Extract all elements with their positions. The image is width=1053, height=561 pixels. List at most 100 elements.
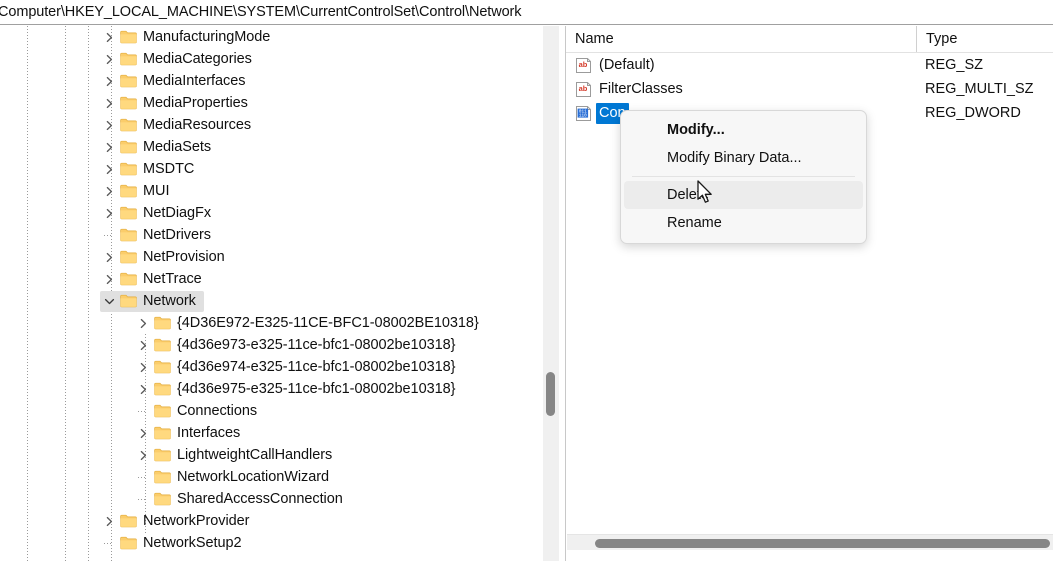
column-header-type[interactable]: Type	[916, 26, 1053, 52]
tree-item-networksetup2[interactable]: NetworkSetup2	[0, 532, 543, 554]
folder-icon	[152, 422, 172, 444]
menu-item-delete[interactable]: Delete	[624, 181, 863, 209]
chevron-right-icon[interactable]	[100, 70, 118, 92]
tree-item-manufacturingmode[interactable]: ManufacturingMode	[0, 26, 543, 48]
chevron-right-icon[interactable]	[100, 26, 118, 48]
tree-item-lightweightcallhandlers[interactable]: LightweightCallHandlers	[0, 444, 543, 466]
tree-item-label: MediaSets	[143, 139, 212, 155]
tree-item-netprovision[interactable]: NetProvision	[0, 246, 543, 268]
tree-item-label: MediaProperties	[143, 95, 248, 111]
tree-item-mediainterfaces[interactable]: MediaInterfaces	[0, 70, 543, 92]
string-value-icon: ab	[574, 80, 593, 98]
value-type-label: REG_SZ	[925, 57, 984, 73]
chevron-right-icon[interactable]	[134, 444, 152, 466]
menu-item-modify[interactable]: Modify...	[624, 116, 863, 144]
tree-item-mediacategories[interactable]: MediaCategories	[0, 48, 543, 70]
tree-item-netdiagfx[interactable]: NetDiagFx	[0, 202, 543, 224]
value-context-menu[interactable]: Modify... Modify Binary Data... Delete Rena…	[620, 110, 867, 244]
tree-item-mediasets[interactable]: MediaSets	[0, 136, 543, 158]
tree-item-network[interactable]: Network	[0, 290, 543, 312]
chevron-right-icon[interactable]	[134, 312, 152, 334]
chevron-right-icon[interactable]	[134, 334, 152, 356]
chevron-right-icon[interactable]	[134, 356, 152, 378]
tree-item-mediaresources[interactable]: MediaResources	[0, 114, 543, 136]
tree-item-networkprovider[interactable]: NetworkProvider	[0, 510, 543, 532]
folder-icon	[118, 92, 138, 114]
folder-icon	[118, 158, 138, 180]
string-value-icon: ab	[574, 56, 593, 74]
chevron-right-icon[interactable]	[100, 92, 118, 114]
tree-item-4d36e974-e325-11ce-bfc1-08002be10318[interactable]: {4d36e974-e325-11ce-bfc1-08002be10318}	[0, 356, 543, 378]
registry-key-tree[interactable]: ManufacturingMode MediaCategories MediaInt…	[0, 26, 543, 561]
tree-scrollbar-thumb[interactable]	[546, 372, 555, 416]
folder-icon	[118, 268, 138, 290]
svg-text:ab: ab	[579, 83, 588, 92]
folder-icon	[152, 356, 172, 378]
value-name-label: FilterClasses	[599, 80, 683, 97]
tree-item-4d36e973-e325-11ce-bfc1-08002be10318[interactable]: {4d36e973-e325-11ce-bfc1-08002be10318}	[0, 334, 543, 356]
tree-item-mediaproperties[interactable]: MediaProperties	[0, 92, 543, 114]
address-bar[interactable]: Computer\HKEY_LOCAL_MACHINE\SYSTEM\Curre…	[0, 0, 1053, 25]
chevron-right-icon[interactable]	[100, 114, 118, 136]
chevron-right-icon[interactable]	[134, 422, 152, 444]
folder-icon	[118, 224, 138, 246]
folder-icon	[118, 48, 138, 70]
tree-item-label: MediaCategories	[143, 51, 252, 67]
tree-vertical-scrollbar[interactable]	[543, 26, 559, 561]
chevron-right-icon[interactable]	[100, 158, 118, 180]
tree-item-netdrivers[interactable]: NetDrivers	[0, 224, 543, 246]
value-name-label: (Default)	[599, 56, 655, 73]
tree-item-label: MediaResources	[143, 117, 252, 133]
tree-connector	[104, 543, 113, 544]
folder-icon	[118, 26, 138, 48]
value-name-cell[interactable]: ab FilterClasses	[566, 77, 916, 101]
folder-icon	[152, 378, 172, 400]
tree-item-nettrace[interactable]: NetTrace	[0, 268, 543, 290]
tree-item-interfaces[interactable]: Interfaces	[0, 422, 543, 444]
tree-connector	[104, 235, 113, 236]
tree-item-networklocationwizard[interactable]: NetworkLocationWizard	[0, 466, 543, 488]
column-header-name[interactable]: Name	[566, 26, 916, 52]
chevron-right-icon[interactable]	[100, 48, 118, 70]
tree-item-msdtc[interactable]: MSDTC	[0, 158, 543, 180]
chevron-right-icon[interactable]	[100, 510, 118, 532]
tree-item-4d36e972-e325-11ce-bfc1-08002be10318[interactable]: {4D36E972-E325-11CE-BFC1-08002BE10318}	[0, 312, 543, 334]
value-type-label: REG_DWORD	[925, 105, 1021, 121]
address-path-text: Computer\HKEY_LOCAL_MACHINE\SYSTEM\Curre…	[0, 4, 522, 20]
menu-item-rename[interactable]: Rename	[624, 209, 863, 237]
list-column-header: Name Type	[566, 26, 1053, 53]
folder-icon	[152, 400, 172, 422]
tree-item-mui[interactable]: MUI	[0, 180, 543, 202]
chevron-down-icon[interactable]	[100, 290, 118, 312]
folder-icon	[118, 510, 138, 532]
value-row[interactable]: ab FilterClasses REG_MULTI_SZ	[566, 77, 1053, 101]
svg-text:110: 110	[579, 113, 587, 118]
tree-item-label: LightweightCallHandlers	[177, 447, 333, 463]
list-horizontal-scrollbar[interactable]	[567, 534, 1053, 550]
tree-item-label: {4d36e973-e325-11ce-bfc1-08002be10318}	[177, 337, 456, 353]
chevron-right-icon[interactable]	[100, 268, 118, 290]
folder-icon	[118, 180, 138, 202]
tree-item-4d36e975-e325-11ce-bfc1-08002be10318[interactable]: {4d36e975-e325-11ce-bfc1-08002be10318}	[0, 378, 543, 400]
chevron-right-icon[interactable]	[100, 202, 118, 224]
tree-item-connections[interactable]: Connections	[0, 400, 543, 422]
dword-value-icon: 011 110	[574, 104, 593, 122]
chevron-right-icon[interactable]	[100, 180, 118, 202]
value-name-cell[interactable]: ab (Default)	[566, 53, 916, 77]
chevron-right-icon[interactable]	[100, 246, 118, 268]
list-hscrollbar-thumb[interactable]	[595, 539, 1050, 548]
tree-item-label: ManufacturingMode	[143, 29, 271, 45]
value-row[interactable]: ab (Default) REG_SZ	[566, 53, 1053, 77]
tree-item-label: {4d36e974-e325-11ce-bfc1-08002be10318}	[177, 359, 456, 375]
tree-item-sharedaccessconnection[interactable]: SharedAccessConnection	[0, 488, 543, 510]
value-type-label: REG_MULTI_SZ	[925, 81, 1034, 97]
registry-values-list[interactable]: Name Type ab (Default) REG_SZ ab FilterClass…	[565, 26, 1053, 561]
tree-item-label: MSDTC	[143, 161, 195, 177]
tree-connector	[138, 411, 147, 412]
chevron-right-icon[interactable]	[134, 378, 152, 400]
tree-connector	[138, 477, 147, 478]
menu-item-modify-binary-data[interactable]: Modify Binary Data...	[624, 144, 863, 172]
tree-item-label: NetDiagFx	[143, 205, 212, 221]
chevron-right-icon[interactable]	[100, 136, 118, 158]
tree-item-label: {4d36e975-e325-11ce-bfc1-08002be10318}	[177, 381, 456, 397]
